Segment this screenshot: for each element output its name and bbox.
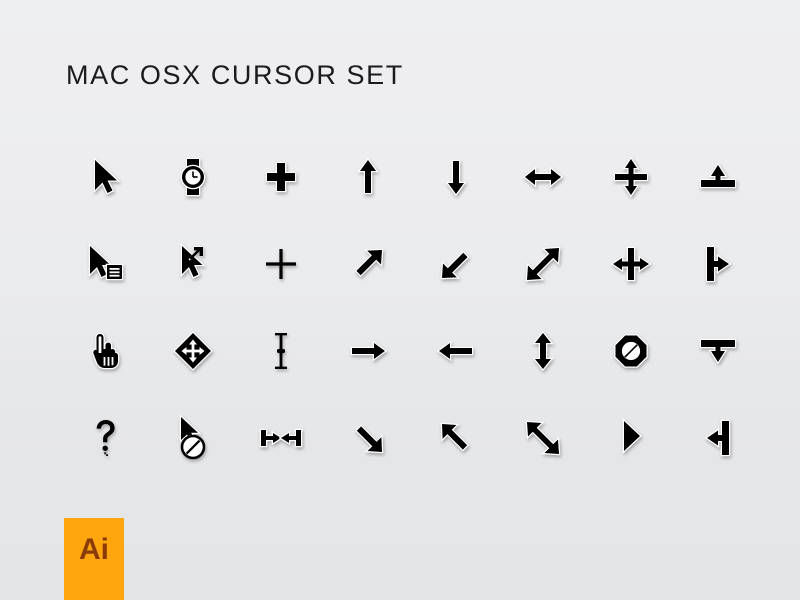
cursor-cell-plus-thick[interactable] bbox=[237, 133, 325, 220]
arrow-left-icon bbox=[436, 339, 474, 362]
cursor-cell-arrow-up[interactable] bbox=[325, 133, 413, 220]
cursor-cell-arrow-down[interactable] bbox=[412, 133, 500, 220]
resize-up-to-bar-icon bbox=[699, 162, 737, 188]
arrow-icon bbox=[93, 156, 121, 195]
cursor-cell-arrow-up-down[interactable] bbox=[500, 307, 588, 394]
arrow-contextual-menu-icon bbox=[88, 242, 124, 280]
adobe-illustrator-badge[interactable]: Ai bbox=[64, 518, 124, 600]
arrow-not-allowed-icon bbox=[179, 413, 206, 459]
plus-thin-icon bbox=[265, 248, 296, 279]
watch-icon bbox=[180, 157, 206, 196]
cursor-cell-arrow-right[interactable] bbox=[325, 307, 413, 394]
cursor-cell-resize-column[interactable] bbox=[587, 220, 675, 307]
pointing-hand-icon bbox=[91, 332, 120, 369]
cursor-cell-arrow-triangle-right[interactable] bbox=[587, 394, 675, 481]
move-four-way-icon bbox=[173, 330, 214, 371]
arrow-down-right-icon bbox=[355, 424, 384, 453]
ibeam-icon bbox=[274, 332, 287, 369]
cursor-cell-move-four-way[interactable] bbox=[150, 307, 238, 394]
cursor-cell-help-question[interactable] bbox=[62, 394, 150, 481]
help-question-icon bbox=[96, 419, 115, 456]
arrow-down-icon bbox=[445, 159, 467, 196]
arrow-up-down-icon bbox=[532, 330, 554, 371]
cursor-cell-resize-left-to-bar[interactable] bbox=[675, 394, 763, 481]
arrow-triangle-right-icon bbox=[622, 417, 642, 454]
cursor-cell-not-allowed[interactable] bbox=[587, 307, 675, 394]
arrow-up-left-icon bbox=[440, 422, 469, 451]
cursor-grid bbox=[62, 133, 762, 481]
cursor-cell-resize-nw-se[interactable] bbox=[500, 394, 588, 481]
cursor-cell-arrow-down-left[interactable] bbox=[412, 220, 500, 307]
resize-column-icon bbox=[610, 246, 652, 281]
cursor-cell-pointing-hand[interactable] bbox=[62, 307, 150, 394]
resize-ne-sw-icon bbox=[525, 246, 561, 281]
cursor-cell-resize-row[interactable] bbox=[587, 133, 675, 220]
cursor-cell-resize-down-from-bar[interactable] bbox=[675, 307, 763, 394]
cursor-cell-resize-right-from-bar[interactable] bbox=[675, 220, 763, 307]
resize-right-from-bar-icon bbox=[705, 245, 732, 282]
resize-row-icon bbox=[613, 156, 649, 197]
resize-left-to-bar-icon bbox=[704, 419, 731, 456]
not-allowed-icon bbox=[613, 333, 648, 368]
resize-down-from-bar-icon bbox=[699, 338, 737, 364]
arrow-up-right-icon bbox=[354, 248, 384, 277]
cursor-cell-arrow[interactable] bbox=[62, 133, 150, 220]
cursor-cell-plus-thin[interactable] bbox=[237, 220, 325, 307]
cursor-cell-watch[interactable] bbox=[150, 133, 238, 220]
cursor-cell-arrow-up-right[interactable] bbox=[325, 220, 413, 307]
plus-thick-icon bbox=[265, 161, 297, 192]
cursor-cell-resize-up-to-bar[interactable] bbox=[675, 133, 763, 220]
arrow-alias-icon bbox=[180, 242, 207, 279]
cursor-cell-arrow-contextual-menu[interactable] bbox=[62, 220, 150, 307]
cursor-cell-arrow-left[interactable] bbox=[412, 307, 500, 394]
cursor-cell-arrow-not-allowed[interactable] bbox=[150, 394, 238, 481]
page-title: MAC OSX CURSOR SET bbox=[66, 60, 404, 90]
cursor-cell-arrow-alias[interactable] bbox=[150, 220, 238, 307]
cursor-set-canvas: MAC OSX CURSOR SET Ai bbox=[0, 0, 800, 600]
cursor-cell-resize-between-bars[interactable] bbox=[237, 394, 325, 481]
cursor-cell-ibeam[interactable] bbox=[237, 307, 325, 394]
arrow-right-icon bbox=[350, 339, 388, 362]
resize-nw-se-icon bbox=[525, 420, 561, 455]
adobe-illustrator-badge-label: Ai bbox=[79, 533, 109, 566]
resize-between-bars-icon bbox=[259, 428, 303, 447]
arrow-down-left-icon bbox=[440, 250, 470, 279]
cursor-cell-resize-ne-sw[interactable] bbox=[500, 220, 588, 307]
cursor-cell-arrow-down-right[interactable] bbox=[325, 394, 413, 481]
cursor-cell-arrow-left-right[interactable] bbox=[500, 133, 588, 220]
arrow-left-right-icon bbox=[523, 165, 564, 188]
cursor-cell-arrow-up-left[interactable] bbox=[412, 394, 500, 481]
arrow-up-icon bbox=[357, 157, 379, 194]
